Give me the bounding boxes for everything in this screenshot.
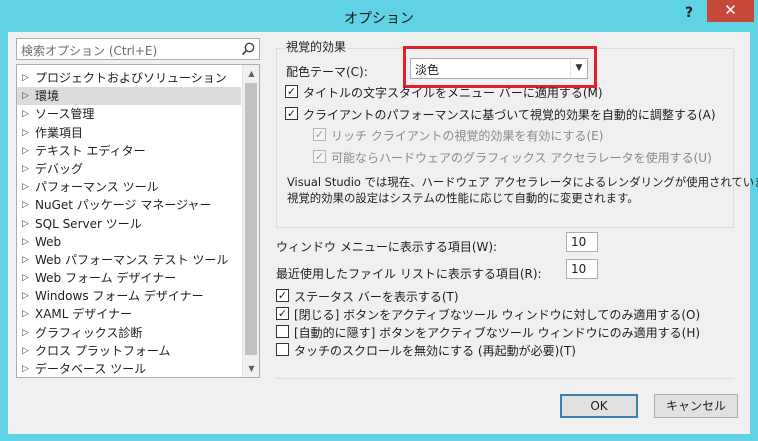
window-menu-input[interactable]: 10	[566, 232, 598, 252]
tree-item[interactable]: ▷ デバッグ	[17, 160, 241, 178]
theme-label: 配色テーマ(C):	[286, 65, 368, 79]
autohide-button-scope-checkbox[interactable]	[276, 325, 289, 338]
tree-item[interactable]: ▷ データベース ツール	[17, 360, 241, 377]
tree-item[interactable]: ▷ 作業項目	[17, 124, 241, 142]
expand-arrow-icon[interactable]: ▷	[22, 305, 29, 323]
auto-visual-effects-label: クライアントのパフォーマンスに基づいて視覚的効果を自動的に調整する(A)	[303, 108, 716, 122]
dialog-client-area: 検索オプション (Ctrl+E) ▷ プロジェクトおよびソリューション ▷ 環境 ▷ ソー…	[8, 32, 758, 434]
hardware-accel-label: 可能ならハードウェアのグラフィックス アクセラレータを使用する(U)	[331, 151, 712, 165]
tree-item[interactable]: ▷ Web パフォーマンス テスト ツール	[17, 251, 241, 269]
touch-scroll-checkbox[interactable]	[276, 343, 289, 356]
expand-arrow-icon[interactable]: ▷	[22, 215, 29, 233]
tree-item-label: クロス プラットフォーム	[35, 343, 171, 358]
tree-item-label: Windows フォーム デザイナー	[35, 289, 204, 304]
tree-item-label: テキスト エディター	[35, 143, 146, 158]
tree-item[interactable]: ▷ NuGet パッケージ マネージャー	[17, 196, 241, 214]
info-text-1: Visual Studio では現在、ハードウェア アクセラレータによるレンダリ…	[287, 175, 758, 189]
expand-arrow-icon[interactable]: ▷	[22, 233, 29, 251]
tree-item[interactable]: ▷ クロス プラットフォーム	[17, 342, 241, 360]
status-bar-checkbox[interactable]: ✓	[276, 289, 289, 302]
highlight-box	[403, 46, 597, 88]
rich-client-checkbox[interactable]: ✓	[313, 128, 326, 141]
tree-item-label: 環境	[35, 89, 60, 104]
expand-arrow-icon[interactable]: ▷	[22, 360, 29, 377]
search-placeholder: 検索オプション (Ctrl+E)	[21, 44, 158, 58]
hardware-accel-checkbox[interactable]: ✓	[313, 150, 326, 163]
auto-visual-effects-checkbox[interactable]: ✓	[285, 107, 298, 120]
ok-button[interactable]: OK	[560, 394, 638, 418]
recent-files-input[interactable]: 10	[566, 259, 598, 279]
expand-arrow-icon[interactable]: ▷	[22, 142, 29, 160]
expand-arrow-icon[interactable]: ▷	[22, 324, 29, 342]
window-menu-label: ウィンドウ メニューに表示する項目(W):	[276, 240, 498, 254]
tree-scrollbar[interactable]: ▲ ▼	[242, 65, 259, 377]
close-button-scope-label: [閉じる] ボタンをアクティブなツール ウィンドウに対してのみ適用する(O)	[294, 308, 701, 322]
tree-item[interactable]: ▷ Web	[17, 233, 241, 251]
tree-item[interactable]: ▷ ソース管理	[17, 105, 241, 123]
search-icon[interactable]	[240, 41, 256, 57]
expand-arrow-icon[interactable]: ▷	[22, 287, 29, 305]
tree-item-label: パフォーマンス ツール	[35, 180, 159, 195]
cancel-button[interactable]: キャンセル	[654, 394, 738, 418]
scroll-thumb[interactable]	[245, 83, 257, 355]
scroll-up-arrow-icon[interactable]: ▲	[243, 65, 259, 82]
dialog-title: オプション	[344, 11, 414, 27]
expand-arrow-icon[interactable]: ▷	[22, 251, 29, 269]
tree-item-label: ソース管理	[35, 107, 95, 122]
tree-item-label: Web フォーム デザイナー	[35, 271, 177, 286]
expand-arrow-icon[interactable]: ▷	[22, 196, 29, 214]
tree-item-label: データベース ツール	[35, 362, 147, 376]
expand-arrow-icon[interactable]: ▷	[22, 124, 29, 142]
options-dialog: オプション ? ✕ 検索オプション (Ctrl+E) ▷ プロジェクトおよびソリュ…	[0, 0, 758, 441]
help-button[interactable]: ?	[676, 2, 702, 24]
close-button-scope-checkbox[interactable]: ✓	[276, 307, 289, 320]
tree-item-label: NuGet パッケージ マネージャー	[35, 198, 212, 213]
tree-item[interactable]: ▷ テキスト エディター	[17, 142, 241, 160]
tree-item-label: プロジェクトおよびソリューション	[35, 71, 227, 85]
recent-files-label: 最近使用したファイル リストに表示する項目(R):	[276, 267, 542, 281]
expand-arrow-icon[interactable]: ▷	[22, 87, 29, 105]
visual-effects-group-label: 視覚的効果	[284, 38, 349, 55]
close-button[interactable]: ✕	[707, 0, 754, 22]
expand-arrow-icon[interactable]: ▷	[22, 269, 29, 287]
tree-item[interactable]: ▷ Web フォーム デザイナー	[17, 269, 241, 287]
expand-arrow-icon[interactable]: ▷	[22, 178, 29, 196]
tree-item-label: グラフィックス診断	[35, 325, 143, 340]
info-text-2: 視覚的効果の設定はシステムの性能に応じて自動的に変更されます。	[287, 191, 639, 205]
tree-item-label: デバッグ	[35, 161, 84, 176]
expand-arrow-icon[interactable]: ▷	[22, 105, 29, 123]
options-tree[interactable]: ▷ プロジェクトおよびソリューション ▷ 環境 ▷ ソース管理 ▷ 作業項目 ▷ テキスト エディ…	[16, 64, 260, 378]
tree-item[interactable]: ▷ パフォーマンス ツール	[17, 178, 241, 196]
expand-arrow-icon[interactable]: ▷	[22, 342, 29, 360]
footer-separator	[276, 378, 734, 379]
tree-item[interactable]: ▷ グラフィックス診断	[17, 324, 241, 342]
autohide-button-scope-label: [自動的に隠す] ボタンをアクティブなツール ウィンドウにのみ適用する(H)	[294, 326, 701, 340]
tree-item[interactable]: ▷ Windows フォーム デザイナー	[17, 287, 241, 305]
tree-item-label: SQL Server ツール	[35, 216, 142, 231]
options-search-input[interactable]: 検索オプション (Ctrl+E)	[16, 38, 260, 60]
expand-arrow-icon[interactable]: ▷	[22, 160, 29, 178]
status-bar-label: ステータス バーを表示する(T)	[294, 290, 459, 304]
tree-item-label: XAML デザイナー	[35, 307, 133, 322]
touch-scroll-label: タッチのスクロールを無効にする (再起動が必要)(T)	[294, 344, 576, 358]
tree-item-label: Web パフォーマンス テスト ツール	[35, 252, 229, 267]
rich-client-label: リッチ クライアントの視覚的効果を有効にする(E)	[331, 129, 604, 143]
tree-item[interactable]: ▷ XAML デザイナー	[17, 305, 241, 323]
tree-list: ▷ プロジェクトおよびソリューション ▷ 環境 ▷ ソース管理 ▷ 作業項目 ▷ テキスト エディ…	[17, 69, 241, 377]
scroll-down-arrow-icon[interactable]: ▼	[243, 360, 259, 377]
tree-item[interactable]: ▷ SQL Server ツール	[17, 215, 241, 233]
expand-arrow-icon[interactable]: ▷	[22, 69, 29, 87]
title-bar[interactable]: オプション ? ✕	[0, 0, 758, 32]
tree-item-label: 作業項目	[35, 125, 84, 140]
menu-title-style-checkbox[interactable]: ✓	[285, 85, 298, 98]
tree-item[interactable]: ▷ 環境	[17, 87, 241, 106]
tree-item[interactable]: ▷ プロジェクトおよびソリューション	[17, 69, 241, 87]
menu-title-style-label: タイトルの文字スタイルをメニュー バーに適用する(M)	[303, 86, 603, 100]
tree-item-label: Web	[35, 234, 62, 249]
